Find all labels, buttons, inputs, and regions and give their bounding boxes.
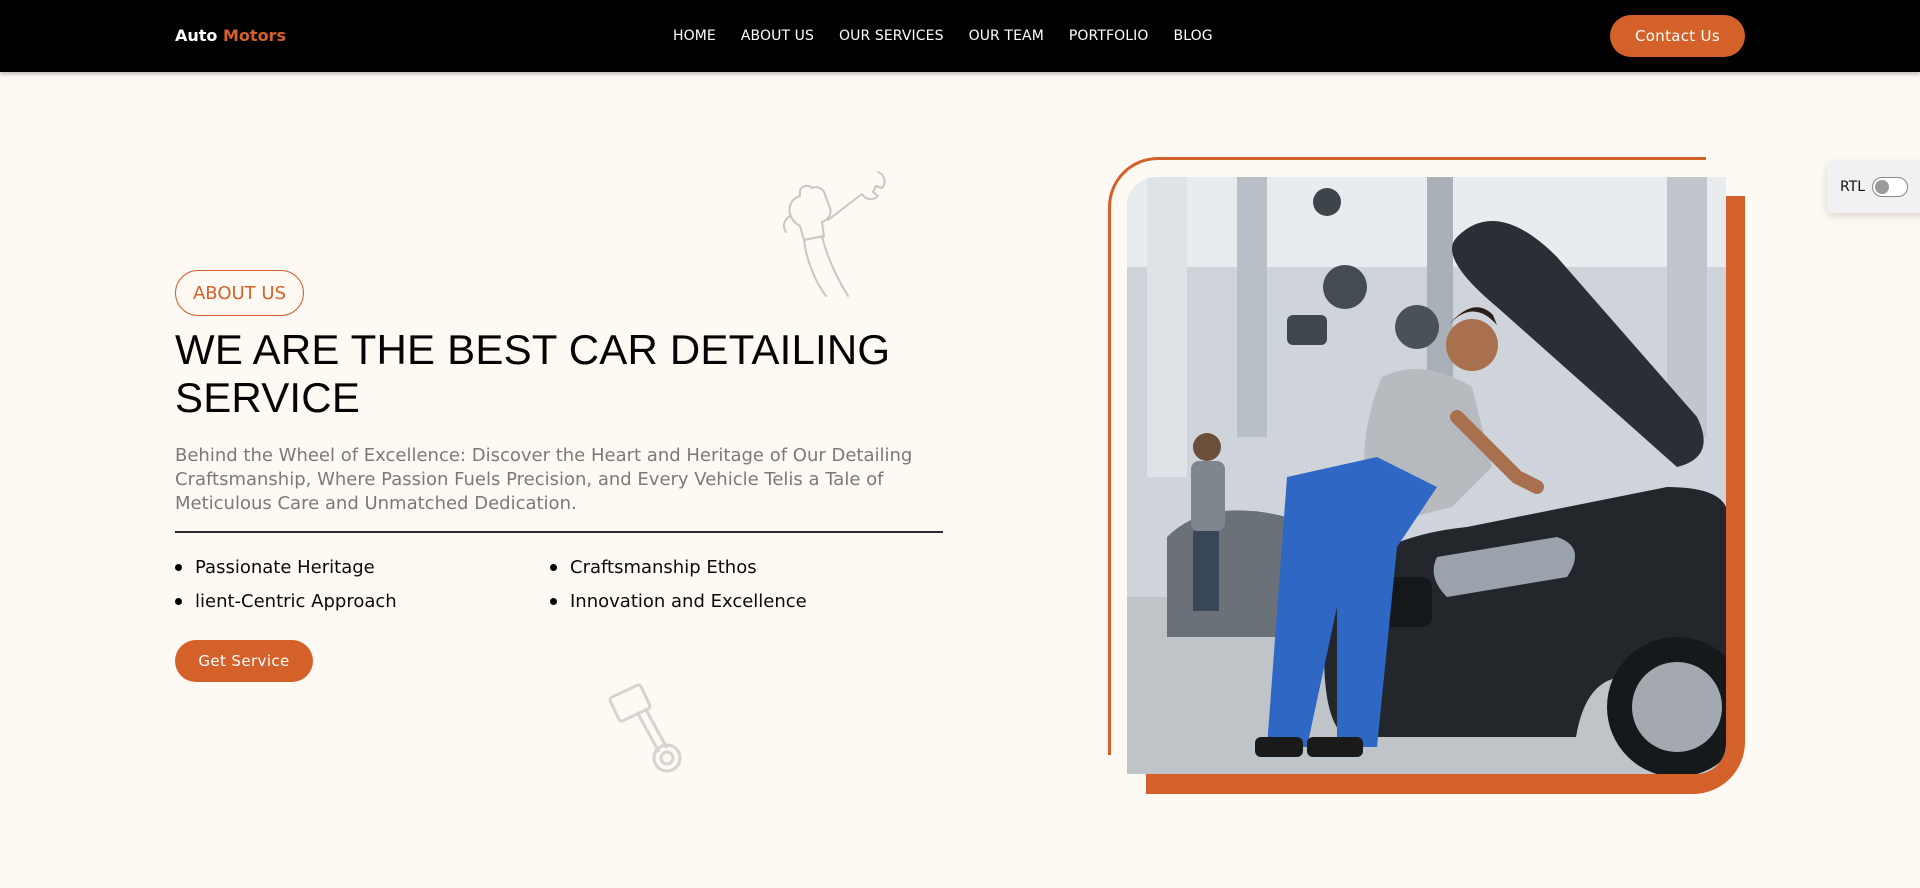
- feature-label: lient-Centric Approach: [195, 590, 397, 612]
- piston-icon: [608, 683, 682, 773]
- navbar: Auto Motors HOME ABOUT US OUR SERVICES O…: [0, 0, 1920, 72]
- toggle-knob: [1875, 180, 1890, 194]
- nav-link-our-services[interactable]: OUR SERVICES: [839, 28, 944, 44]
- mechanic-car-illustration: [1127, 177, 1726, 774]
- feature-label: Passionate Heritage: [195, 556, 375, 578]
- feature-item: Passionate Heritage: [175, 555, 550, 579]
- nav-link-our-team[interactable]: OUR TEAM: [969, 28, 1044, 44]
- feature-item: Innovation and Excellence: [550, 589, 925, 613]
- divider: [175, 531, 943, 533]
- feature-item: Craftsmanship Ethos: [550, 555, 925, 579]
- main-nav: HOME ABOUT US OUR SERVICES OUR TEAM PORT…: [673, 28, 1213, 44]
- feature-label: Innovation and Excellence: [570, 590, 807, 612]
- bullet-icon: [550, 597, 557, 605]
- bullet-icon: [175, 563, 182, 571]
- brand-name-primary: Auto: [175, 26, 218, 45]
- feature-item: lient-Centric Approach: [175, 589, 550, 613]
- mechanic-car-photo: [1127, 177, 1726, 774]
- feature-label: Craftsmanship Ethos: [570, 556, 757, 578]
- about-us-tag: ABOUT US: [175, 270, 304, 316]
- brand-name-accent: Motors: [223, 26, 286, 45]
- nav-link-about-us[interactable]: ABOUT US: [741, 28, 814, 44]
- rtl-label: RTL: [1840, 179, 1866, 195]
- rtl-toggle-switch[interactable]: [1872, 177, 1909, 197]
- get-service-button[interactable]: Get Service: [175, 640, 313, 682]
- page-title: WE ARE THE BEST CAR DETAILING SERVICE: [175, 326, 891, 421]
- rtl-toggle-panel: RTL: [1827, 161, 1920, 213]
- nav-link-blog[interactable]: BLOG: [1174, 28, 1213, 44]
- nav-link-portfolio[interactable]: PORTFOLIO: [1069, 28, 1149, 44]
- contact-us-button[interactable]: Contact Us: [1610, 15, 1745, 57]
- bullet-icon: [550, 563, 557, 571]
- bullet-icon: [175, 597, 182, 605]
- about-description: Behind the Wheel of Excellence: Discover…: [175, 445, 913, 514]
- brand-logo[interactable]: Auto Motors: [175, 26, 286, 45]
- feature-list: Passionate Heritage Craftsmanship Ethos …: [175, 555, 943, 613]
- nav-link-home[interactable]: HOME: [673, 28, 716, 44]
- wrench-fist-icon: [782, 171, 886, 297]
